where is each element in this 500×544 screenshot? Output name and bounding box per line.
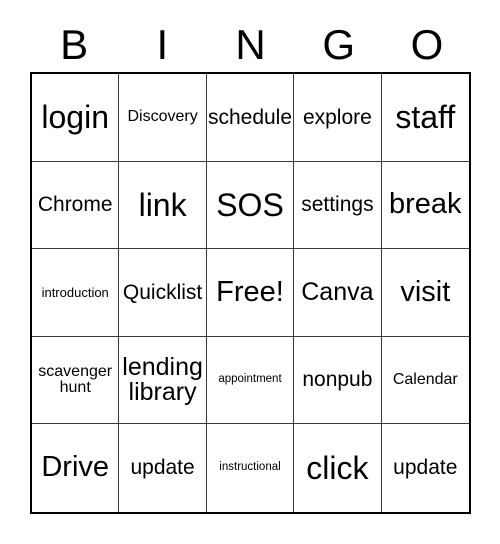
bingo-cell-label: Quicklist [122,280,203,304]
bingo-cell[interactable]: appointment [206,336,295,425]
bingo-cell-label: introduction [41,284,109,300]
bingo-cell-label: schedule [207,105,293,129]
bingo-header-letter-b: B [60,21,89,68]
bingo-card: B I N G O login Discovery schedule explore staff… [0,0,500,544]
bingo-cell-label: click [306,449,369,486]
bingo-cell[interactable]: staff [381,74,469,162]
bingo-cell[interactable]: instructional [206,424,295,512]
bingo-cell[interactable]: login [32,74,120,162]
bingo-cell[interactable]: introduction [32,249,120,337]
bingo-cell[interactable]: Chrome [32,161,120,250]
bingo-cell-label: instructional [219,461,281,474]
bingo-cell[interactable]: nonpub [294,336,382,425]
bingo-cell[interactable]: click [294,424,382,512]
bingo-header: BINGO [30,18,471,72]
bingo-cell[interactable]: Discovery [119,74,207,162]
bingo-cell-label: appointment [218,373,282,386]
bingo-cell[interactable]: scavenger hunt [32,336,120,425]
bingo-cell-label: SOS [216,186,284,223]
bingo-cell[interactable]: visit [381,249,469,337]
bingo-cell-label: login [41,98,109,135]
bingo-header-letter-g: G [322,21,356,68]
bingo-cell[interactable]: Canva [294,249,382,337]
bingo-cell-label: scavenger hunt [38,362,113,397]
bingo-cell-label: update [130,456,195,480]
bingo-header-letter-i: I [156,21,169,68]
bingo-cell-label: Free! [216,275,284,308]
bingo-cell-label: Canva [301,277,374,306]
bingo-cell-label: break [389,188,462,221]
bingo-cell-label: visit [400,275,451,308]
bingo-cell[interactable]: update [119,424,207,512]
bingo-cell[interactable]: Free! [206,249,295,337]
bingo-cell-label: update [393,456,458,480]
bingo-cell-label: lending library [122,352,203,407]
bingo-cell[interactable]: explore [294,74,382,162]
bingo-cell-label: settings [301,193,374,217]
bingo-cell-label: nonpub [302,368,373,392]
bingo-cell-label: Chrome [37,193,113,217]
bingo-cell-label: Drive [41,451,110,484]
bingo-cell[interactable]: Drive [32,424,120,512]
bingo-cell[interactable]: schedule [206,74,295,162]
bingo-cell-label: staff [395,98,456,135]
bingo-cell[interactable]: settings [294,161,382,250]
bingo-cell[interactable]: lending library [119,336,207,425]
bingo-cell-label: Discovery [127,108,198,126]
bingo-cell-label: explore [302,105,372,129]
bingo-cell-label: Calendar [392,370,458,388]
bingo-header-letter-o: O [410,21,444,68]
bingo-cell[interactable]: break [381,161,469,250]
bingo-cell[interactable]: Quicklist [119,249,207,337]
bingo-cell[interactable]: SOS [206,161,295,250]
bingo-header-letter-n: N [235,21,266,68]
bingo-cell[interactable]: update [381,424,469,512]
bingo-cell[interactable]: link [119,161,207,250]
bingo-cell[interactable]: Calendar [381,336,469,425]
bingo-grid: login Discovery schedule explore staff Chrome… [30,72,471,514]
bingo-cell-label: link [138,186,187,223]
